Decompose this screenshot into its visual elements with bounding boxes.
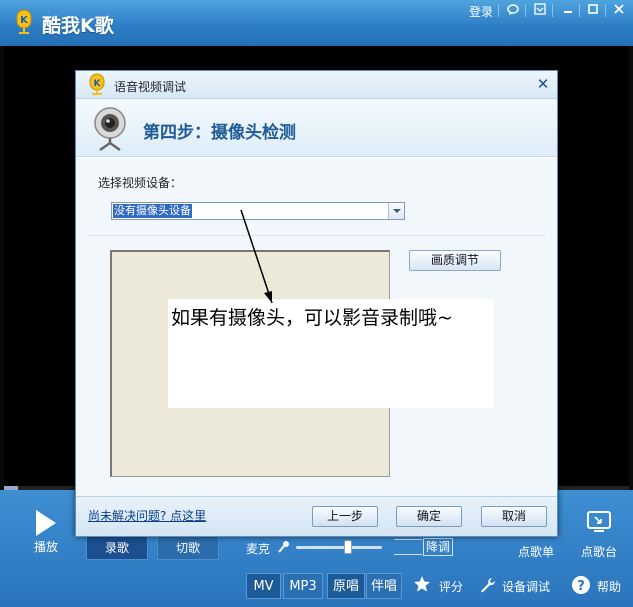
webcam-icon [94,107,126,152]
close-icon[interactable] [610,3,628,19]
maximize-icon[interactable] [584,3,602,19]
svg-text:?: ? [577,579,585,594]
play-icon [36,510,56,536]
quality-adjust-button[interactable]: 画质调节 [409,250,501,271]
titlebar-divider [552,4,553,17]
svg-text:K: K [20,15,29,26]
app-title: 酷我K歌 [42,15,114,37]
accompaniment-button[interactable]: 伴唱 [366,573,402,599]
mic-label: 麦克 [246,542,271,556]
play-label[interactable]: 播放 [16,535,76,560]
chevron-down-icon[interactable] [388,203,404,219]
microphone-icon [278,541,289,553]
mv-button[interactable]: MV [246,573,281,599]
prev-step-button[interactable]: 上一步 [312,506,378,527]
help-label[interactable]: 帮助 [597,578,621,595]
annotation-box: 如果有摄像头，可以影音录制哦~ [168,299,494,408]
tab-record[interactable]: 录歌 [86,535,148,560]
ok-button[interactable]: 确定 [396,506,462,527]
song-station-icon[interactable] [585,510,613,534]
dialog-titlebar: K 语音视频调试 ✕ [76,71,557,99]
dialog-close-icon[interactable]: ✕ [535,76,551,92]
login-link[interactable]: 登录 [469,3,493,20]
score-label[interactable]: 评分 [439,578,463,595]
tab-switch-song[interactable]: 切歌 [157,535,219,560]
select-device-label: 选择视频设备： [98,176,183,190]
kuwo-k-logo-icon: K [16,9,32,34]
divider [86,235,546,236]
titlebar-divider [579,4,580,17]
star-icon[interactable] [413,575,431,593]
original-vocal-button[interactable]: 原唱 [327,573,365,599]
help-icon[interactable]: ? [571,575,591,595]
help-link[interactable]: 尚未解决问题? 点这里 [88,507,206,524]
video-device-value: 没有摄像头设备 [112,203,193,219]
title-bar: K 酷我K歌 登录 [0,0,633,46]
wrench-icon[interactable] [479,576,497,594]
pitch-down-button[interactable]: 降调 [423,538,453,556]
titlebar-divider [605,4,606,17]
menu-icon[interactable] [531,3,549,19]
annotation-text: 如果有摄像头，可以影音录制哦~ [171,307,453,329]
kuwo-k-logo-icon: K [89,73,105,95]
titlebar-divider [525,4,526,17]
minimize-icon[interactable] [559,3,577,19]
dialog-footer: 尚未解决问题? 点这里 上一步 确定 取消 [76,496,557,536]
titlebar-divider [498,4,499,17]
cancel-button[interactable]: 取消 [481,506,547,527]
feedback-icon[interactable] [504,3,522,19]
playlist-label[interactable]: 点歌单 [518,543,554,560]
step-title: 第四步：摄像头检测 [143,123,296,143]
mic-volume-knob[interactable] [344,540,352,554]
dialog-title: 语音视频调试 [114,80,187,94]
dialog-header: 第四步：摄像头检测 [76,99,557,157]
mic-volume-slider[interactable] [296,546,382,549]
device-test-label[interactable]: 设备调试 [502,578,550,595]
song-station-label[interactable]: 点歌台 [581,543,617,560]
video-device-select[interactable]: 没有摄像头设备 [111,202,405,220]
pitch-indicator [394,539,422,555]
svg-text:K: K [94,79,102,89]
mp3-button[interactable]: MP3 [283,573,323,599]
